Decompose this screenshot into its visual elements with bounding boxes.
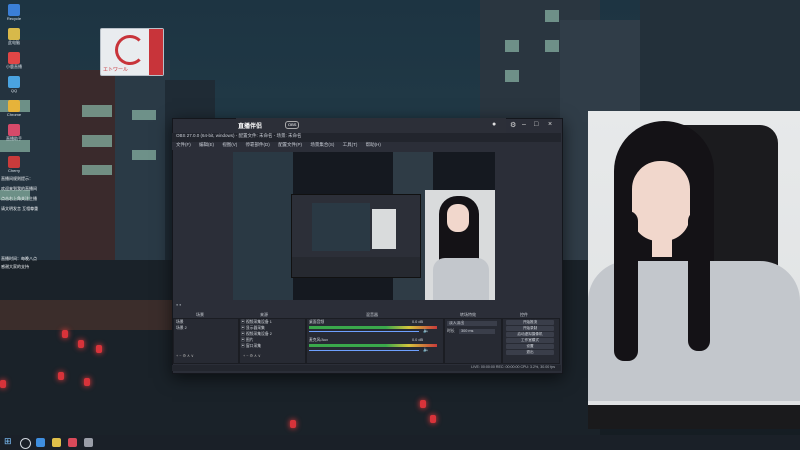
volume-slider[interactable] bbox=[309, 331, 419, 332]
exit-button[interactable]: 退出 bbox=[506, 350, 554, 355]
start-recording-button[interactable]: 开始录制 bbox=[506, 326, 554, 331]
maximize-icon[interactable]: □ bbox=[534, 121, 538, 128]
app-shortcut[interactable]: 小鹿直播 bbox=[4, 52, 24, 70]
studio-mode-button[interactable]: 工作室模式 bbox=[506, 338, 554, 343]
computer-icon bbox=[8, 28, 20, 40]
window-titlebar: OBS 27.0.0 (64-bit, windows) - 配置文件: 未命名… bbox=[172, 133, 561, 142]
settings-button[interactable]: 设置 bbox=[506, 344, 554, 349]
source-item[interactable]: ▣ 显示器采集 bbox=[241, 326, 265, 331]
source-item[interactable]: ▣ 图片 bbox=[241, 338, 253, 343]
live-icon bbox=[8, 124, 20, 136]
chrome-icon bbox=[8, 100, 20, 112]
recycle-bin-shortcut[interactable]: Recycle bbox=[4, 4, 24, 22]
mixer-channel-db: 0.0 dB bbox=[412, 338, 423, 342]
app-icon bbox=[8, 52, 20, 64]
source-toolbar-icons[interactable]: + − ⚙ ∧ ∨ bbox=[243, 354, 261, 359]
taskbar bbox=[0, 435, 800, 450]
cherry-icon bbox=[8, 156, 20, 168]
scene-item[interactable]: 场景 2 bbox=[176, 326, 187, 331]
menu-scene-collection[interactable]: 场景集合(S) bbox=[310, 142, 334, 147]
menu-view[interactable]: 视图(V) bbox=[222, 142, 237, 147]
live-shortcut[interactable]: 直播助手 bbox=[4, 124, 24, 142]
desktop-note: 直播时间：每晚八点 bbox=[1, 256, 37, 261]
transition-select[interactable]: 淡入淡出 bbox=[447, 321, 497, 326]
audio-meter bbox=[309, 326, 437, 329]
status-bar: LIVE: 00:00:00 REC: 00:00:00 CPU: 3.2%, … bbox=[172, 365, 561, 371]
nested-preview bbox=[291, 194, 421, 278]
duration-input[interactable]: 300 ms bbox=[459, 329, 495, 334]
desktop-note: 欢迎来到我的直播间 bbox=[1, 186, 37, 191]
menu-bar: 文件(F) 编辑(E) 视图(V) 停靠部件(D) 配置文件(P) 场景集合(S… bbox=[172, 142, 561, 150]
start-streaming-button[interactable]: 开始推流 bbox=[506, 320, 554, 325]
explorer-icon[interactable] bbox=[52, 438, 61, 447]
menu-edit[interactable]: 编辑(E) bbox=[199, 142, 214, 147]
desk bbox=[588, 405, 800, 429]
face bbox=[632, 161, 690, 241]
source-item[interactable]: ▣ 视频采集设备 1 bbox=[241, 320, 272, 325]
menu-help[interactable]: 帮助(H) bbox=[366, 142, 381, 147]
shop-sign: エトワール bbox=[100, 28, 164, 76]
volume-slider[interactable] bbox=[309, 350, 419, 351]
desktop-note: 感谢大家的支持 bbox=[1, 264, 29, 269]
close-icon[interactable]: × bbox=[548, 121, 552, 128]
speaker-icon[interactable]: 🔈 bbox=[423, 347, 429, 353]
menu-docks[interactable]: 停靠部件(D) bbox=[246, 142, 270, 147]
preview-camera-source bbox=[425, 190, 495, 300]
status-text: LIVE: 00:00:00 REC: 00:00:00 CPU: 3.2%, … bbox=[471, 365, 555, 369]
chrome-shortcut[interactable]: Chrome bbox=[4, 100, 24, 118]
menu-file[interactable]: 文件(F) bbox=[176, 142, 191, 147]
scene-item[interactable]: 场景 bbox=[176, 320, 184, 325]
source-item[interactable]: ▣ 视频采集设备 2 bbox=[241, 332, 272, 337]
avatar-icon[interactable]: ● bbox=[492, 121, 496, 128]
webcam-overlay bbox=[588, 111, 800, 429]
brand-badge: OBS bbox=[285, 121, 300, 129]
app-taskbar-icon[interactable] bbox=[68, 438, 77, 447]
obs-taskbar-icon[interactable] bbox=[84, 438, 93, 447]
start-button-icon[interactable]: ⊞ bbox=[4, 436, 12, 447]
preview-canvas[interactable] bbox=[233, 152, 495, 300]
recycle-bin-icon bbox=[8, 4, 20, 16]
obs-banner bbox=[236, 118, 506, 133]
settings-icon[interactable]: ⚙ bbox=[510, 121, 516, 129]
desktop-note: 点击右上角关注主播 bbox=[1, 196, 37, 201]
menu-tools[interactable]: 工具(T) bbox=[343, 142, 358, 147]
mixer-channel-name: 麦克风/Aux bbox=[309, 338, 328, 342]
mixer-channel-db: 0.0 dB bbox=[412, 320, 423, 324]
desktop-note: 直播间规则提示： bbox=[1, 176, 33, 181]
qq-shortcut[interactable]: QQ bbox=[4, 76, 24, 94]
edge-icon[interactable] bbox=[36, 438, 45, 447]
brand-title: 直播伴侣 bbox=[238, 124, 263, 130]
computer-shortcut[interactable]: 此电脑 bbox=[4, 28, 24, 46]
preview-status: ● ● bbox=[176, 303, 182, 307]
search-icon[interactable] bbox=[20, 438, 31, 449]
virtual-camera-button[interactable]: 启动虚拟摄像机 bbox=[506, 332, 554, 337]
cherry-shortcut[interactable]: Cherry bbox=[4, 156, 24, 174]
source-item[interactable]: ▣ 窗口采集 bbox=[241, 344, 261, 349]
speaker-icon[interactable]: 🔈 bbox=[423, 328, 429, 334]
mixer-channel-name: 桌面音频 bbox=[309, 320, 325, 324]
audio-meter bbox=[309, 344, 437, 347]
window-title: OBS 27.0.0 (64-bit, windows) - 配置文件: 未命名… bbox=[176, 133, 302, 138]
minimize-icon[interactable]: – bbox=[522, 121, 526, 128]
qq-icon bbox=[8, 76, 20, 88]
scene-toolbar-icons[interactable]: + − ⚙ ∧ ∨ bbox=[176, 354, 194, 359]
desktop-note: 请文明发言 互相尊重 bbox=[1, 206, 39, 211]
menu-profile[interactable]: 配置文件(P) bbox=[278, 142, 302, 147]
duration-label: 时长 bbox=[447, 329, 455, 333]
